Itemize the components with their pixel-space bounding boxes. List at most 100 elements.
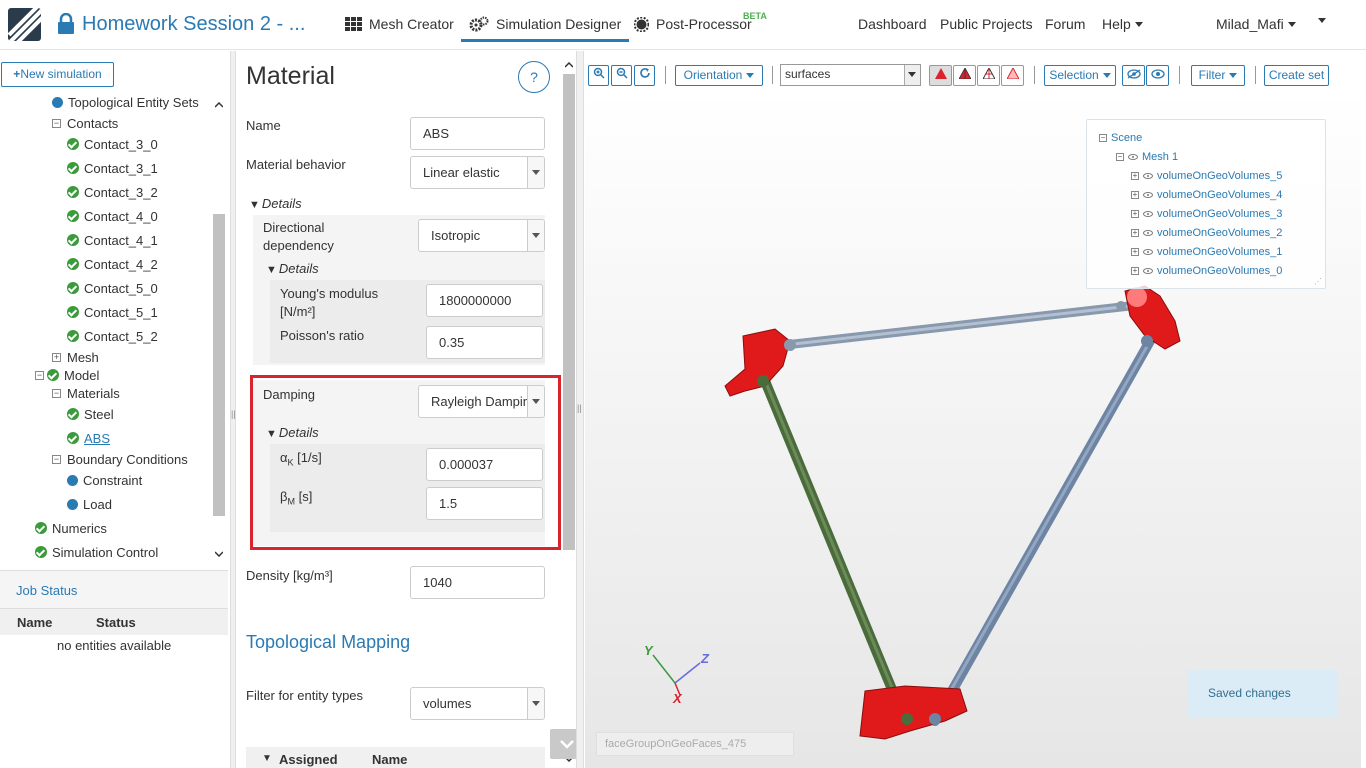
visibility-eye-icon[interactable] [1143,230,1153,236]
scene-mesh[interactable]: − Mesh 1 [1116,151,1178,163]
surface-edges-mode-icon[interactable] [953,65,976,86]
transparent-mode-icon[interactable] [1001,65,1024,86]
scroll-up-icon[interactable] [215,102,223,108]
nav-forum[interactable]: Forum [1045,16,1085,32]
visibility-eye-icon[interactable] [1143,211,1153,217]
collapse-icon[interactable]: − [52,118,61,128]
filter-entity-types-select[interactable]: volumes [410,687,545,720]
tree-item-materials[interactable]: − Materials [52,383,120,403]
scene-volume-item[interactable]: + volumeOnGeoVolumes_3 [1131,208,1282,220]
panel-resizer[interactable]: || [230,51,236,768]
render-mode-select[interactable]: surfaces [780,64,921,86]
user-menu[interactable]: Milad_Mafi [1216,16,1296,32]
expand-icon[interactable]: + [1131,248,1139,256]
triangle-down-icon[interactable]: ▼ [262,753,272,764]
scroll-down-icon[interactable] [215,551,223,557]
nav-help[interactable]: Help [1102,16,1143,32]
expand-icon[interactable]: + [1131,267,1139,275]
details-toggle[interactable]: ▼ Details [266,261,319,276]
scene-root[interactable]: − Scene [1099,132,1142,144]
scroll-up-icon[interactable] [565,62,573,68]
scene-volume-item[interactable]: + volumeOnGeoVolumes_0 [1131,265,1282,277]
create-set-button[interactable]: Create set [1264,65,1329,86]
tree-item-label: Contact_5_0 [84,280,158,296]
new-simulation-button[interactable]: +New simulation [1,62,114,87]
scene-volume-item[interactable]: + volumeOnGeoVolumes_5 [1131,170,1282,182]
wireframe-mode-icon[interactable] [977,65,1000,86]
expand-icon[interactable]: + [1131,210,1139,218]
help-button[interactable]: ? [518,61,550,93]
more-menu[interactable] [1314,18,1326,23]
tree-item-contact[interactable]: Contact_5_0 [67,278,158,298]
density-input[interactable]: 1040 [410,566,545,599]
tree-item-contacts[interactable]: − Contacts [52,113,118,133]
tree-item-numerics[interactable]: Numerics [35,518,107,538]
nav-dashboard[interactable]: Dashboard [858,16,927,32]
tree-item-load[interactable]: Load [67,494,112,514]
poissons-ratio-input[interactable]: 0.35 [426,326,543,359]
tree-item-model[interactable]: − Model [35,365,99,385]
collapse-icon[interactable]: − [1099,134,1107,142]
show-all-icon[interactable] [1146,65,1169,86]
tree-item-abs[interactable]: ABS [67,428,110,448]
scene-volume-item[interactable]: + volumeOnGeoVolumes_2 [1131,227,1282,239]
tree-item-contact[interactable]: Contact_3_0 [67,134,158,154]
expand-icon[interactable]: + [1131,172,1139,180]
collapse-icon[interactable]: − [1116,153,1124,161]
visibility-eye-icon[interactable] [1143,249,1153,255]
project-title[interactable]: Homework Session 2 - ... [82,13,305,36]
scene-volume-item[interactable]: + volumeOnGeoVolumes_1 [1131,246,1282,258]
orientation-dropdown[interactable]: Orientation [675,65,763,86]
directional-dependency-select[interactable]: Isotropic [418,219,545,252]
expand-icon[interactable]: + [1131,191,1139,199]
expand-icon[interactable]: + [1131,229,1139,237]
surface-mode-icon[interactable] [929,65,952,86]
tree-item-contact[interactable]: Contact_3_2 [67,182,158,202]
tree-item-contact[interactable]: Contact_3_1 [67,158,158,178]
zoom-in-icon[interactable] [588,65,609,86]
collapse-icon[interactable]: − [52,388,61,398]
tree-item-contact[interactable]: Contact_4_0 [67,206,158,226]
expand-icon[interactable]: + [52,352,61,362]
hide-selection-icon[interactable] [1122,65,1145,86]
scrollbar-thumb[interactable] [563,74,575,550]
collapse-icon[interactable]: − [52,454,61,464]
tree-item-contact[interactable]: Contact_4_2 [67,254,158,274]
collapse-icon[interactable]: − [35,370,44,380]
details-toggle[interactable]: ▼ Details [249,196,302,211]
tree-item-steel[interactable]: Steel [67,404,114,424]
tree-item-contact[interactable]: Contact_5_1 [67,302,158,322]
panel-resizer[interactable]: || [576,51,584,768]
youngs-modulus-input[interactable]: 1800000000 [426,284,543,317]
nav-simulation-designer[interactable]: Simulation Designer [461,16,630,42]
tree-item-contact[interactable]: Contact_4_1 [67,230,158,250]
job-status-title[interactable]: Job Status [0,571,228,609]
nav-mesh-creator[interactable]: Mesh Creator [345,16,454,32]
visibility-eye-icon[interactable] [1143,173,1153,179]
nav-public-projects[interactable]: Public Projects [940,16,1033,32]
tree-item-simulation-control[interactable]: Simulation Control [35,542,158,562]
tree-item-contact[interactable]: Contact_5_2 [67,326,158,346]
tree-item-boundary-conditions[interactable]: − Boundary Conditions [52,449,188,469]
filter-dropdown[interactable]: Filter [1191,65,1245,86]
details-label: Details [261,196,302,211]
visibility-eye-icon[interactable] [1128,154,1138,160]
visibility-eye-icon[interactable] [1143,268,1153,274]
sidebar-scrollbar[interactable] [212,96,226,562]
material-scrollbar[interactable] [562,56,576,768]
visibility-eye-icon[interactable] [1143,192,1153,198]
scrollbar-thumb[interactable] [213,214,225,516]
name-input[interactable]: ABS [410,117,545,150]
resize-grip-icon[interactable]: ⋰ [1314,277,1322,286]
simscale-logo-icon[interactable] [8,8,41,41]
selection-dropdown[interactable]: Selection [1044,65,1116,86]
tree-item-mesh[interactable]: + Mesh [52,347,99,367]
tree-item-constraint[interactable]: Constraint [67,470,142,490]
material-behavior-select[interactable]: Linear elastic [410,156,545,189]
tree-item-topological-entity-sets[interactable]: Topological Entity Sets [52,92,199,112]
zoom-out-icon[interactable] [611,65,632,86]
nav-post-processor[interactable]: Post-Processor [634,16,752,32]
reset-view-icon[interactable] [634,65,655,86]
tree-item-label: Contact_4_1 [84,232,158,248]
scene-volume-item[interactable]: + volumeOnGeoVolumes_4 [1131,189,1282,201]
